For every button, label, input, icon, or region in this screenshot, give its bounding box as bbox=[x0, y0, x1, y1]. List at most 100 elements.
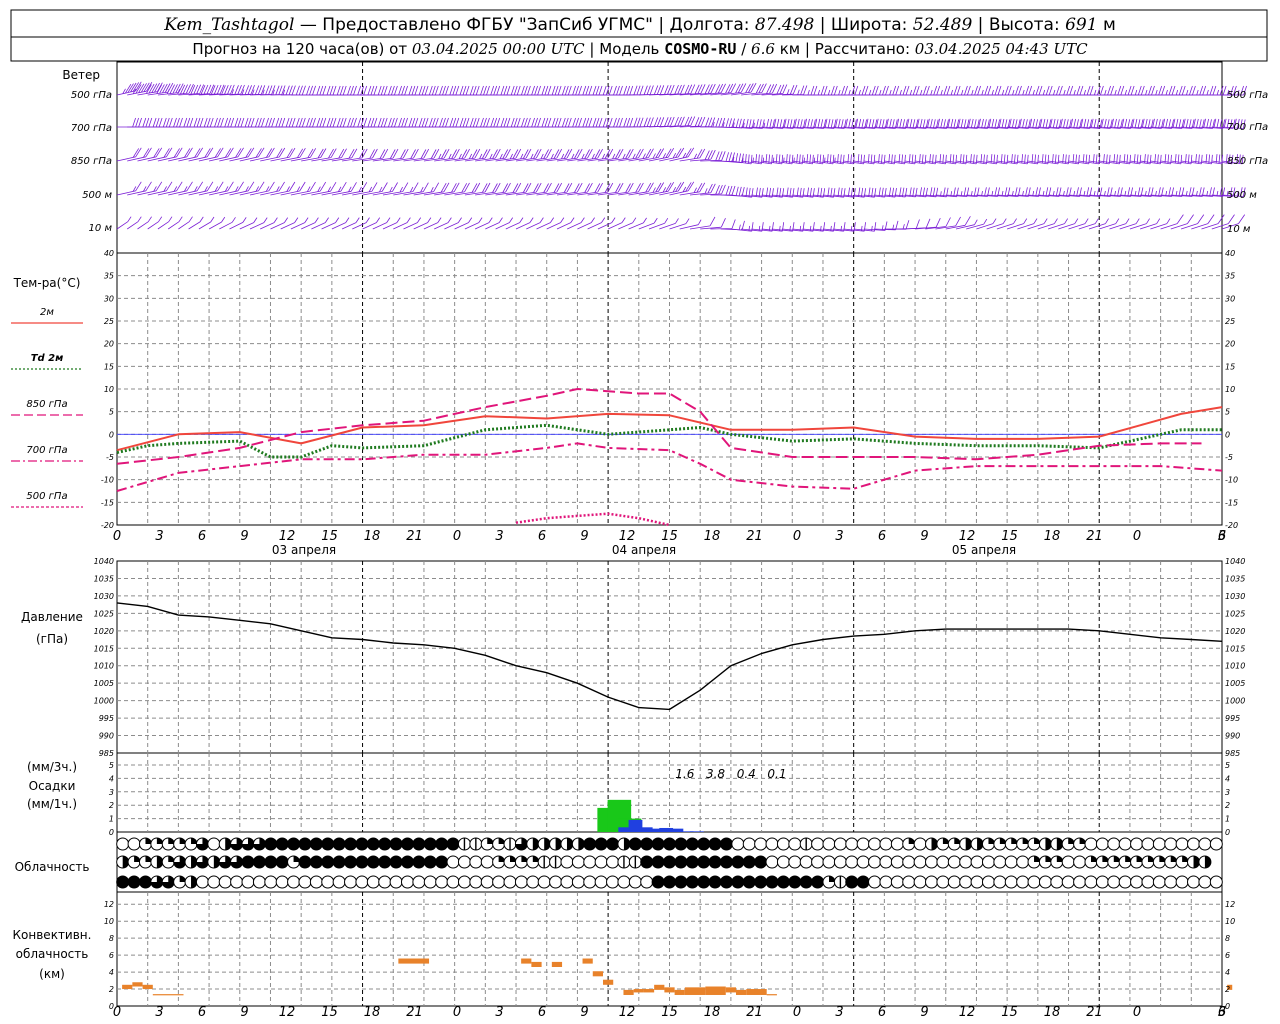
y-tick-label: 1 bbox=[109, 815, 114, 824]
y-tick-label: -20 bbox=[1225, 521, 1238, 530]
y-tick-label: 1020 bbox=[94, 627, 114, 636]
x-tick-label: 6 bbox=[878, 1005, 886, 1020]
cloud-cover-symbol bbox=[446, 875, 460, 889]
cloud-cover-symbol bbox=[754, 855, 768, 869]
cloud-cover-symbol bbox=[890, 837, 904, 851]
cloud-cover-symbol bbox=[651, 837, 665, 851]
cloud-cover-symbol bbox=[480, 875, 494, 889]
day-label-3: 05 апреля bbox=[952, 543, 1016, 557]
cloud-cover-symbol bbox=[1141, 875, 1155, 889]
wind-level-right-label: 500 м bbox=[1227, 190, 1257, 201]
x-tick-label: 3 bbox=[835, 1005, 843, 1020]
day-label-1: 03 апреля bbox=[272, 543, 336, 557]
cloud-cover-symbol bbox=[1038, 875, 1052, 889]
y-tick-label: 1005 bbox=[94, 679, 114, 688]
cloud-cover-symbol bbox=[1004, 855, 1018, 869]
wind-barb bbox=[1109, 218, 1130, 230]
y-tick-label: 2 bbox=[109, 801, 114, 810]
y-tick-label: 1025 bbox=[1225, 609, 1245, 618]
cloud-cover-symbol bbox=[1187, 875, 1201, 889]
cloud-cover-symbol bbox=[252, 855, 266, 869]
cloud-cover-symbol bbox=[776, 855, 790, 869]
cloud-cover-symbol bbox=[1073, 875, 1087, 889]
conv-cloud-bar bbox=[725, 987, 737, 993]
cloud-cover-symbol bbox=[469, 855, 483, 869]
cloud-cover-symbol bbox=[1164, 837, 1178, 851]
y-tick-label: 35 bbox=[1225, 272, 1235, 281]
cloud-cover-symbol bbox=[640, 837, 654, 851]
wind-level-right-label: 500 гПа bbox=[1227, 90, 1268, 101]
cloud-cover-symbol bbox=[116, 837, 130, 851]
x-tick-label: 0 bbox=[793, 529, 801, 544]
x-tick-label: 21 bbox=[746, 529, 763, 544]
wind-barb bbox=[1099, 218, 1120, 230]
x-tick-label: 12 bbox=[619, 529, 636, 544]
wind-barb bbox=[117, 117, 142, 128]
conv-title-1: Конвективн. bbox=[13, 928, 92, 942]
y-tick-label: 35 bbox=[104, 272, 114, 281]
cloud-cover-symbol bbox=[788, 875, 802, 889]
cloud-cover-symbol bbox=[230, 875, 244, 889]
conv-cloud-bar bbox=[654, 984, 665, 990]
wind-barb bbox=[986, 218, 1007, 230]
cloud-cover-symbol bbox=[799, 875, 813, 889]
wind-level-3: 500 м bbox=[82, 190, 112, 201]
cloud-cover-symbol bbox=[811, 837, 825, 851]
y-tick-label: 0 bbox=[1225, 828, 1230, 837]
cloud-symbols-layer bbox=[116, 837, 1223, 889]
wind-barb bbox=[1119, 218, 1140, 230]
cloud-cover-symbol bbox=[389, 875, 403, 889]
x-tick-label: 0 bbox=[453, 529, 461, 544]
cloud-cover-symbol bbox=[890, 875, 904, 889]
cloud-cover-symbol bbox=[480, 855, 494, 869]
cloud-cover-symbol bbox=[1209, 875, 1223, 889]
cloud-cover-symbol bbox=[469, 875, 483, 889]
lon-value: 87.498 bbox=[755, 15, 815, 35]
cloud-cover-symbol bbox=[856, 855, 870, 869]
wind-level-right-label: 10 м bbox=[1227, 224, 1251, 235]
cloud-cover-symbol bbox=[913, 875, 927, 889]
cloud-cover-symbol bbox=[264, 837, 278, 851]
x-tick-label: 21 bbox=[1086, 1005, 1103, 1020]
x-tick-label: 15 bbox=[1001, 529, 1018, 544]
cloud-cover-symbol bbox=[1061, 875, 1075, 889]
y-tick-label: 20 bbox=[104, 340, 114, 349]
cloud-cover-symbol bbox=[594, 875, 608, 889]
legend-t2m-label: 2м bbox=[40, 307, 54, 318]
cloud-cover-symbol bbox=[742, 875, 756, 889]
y-tick-label: 1035 bbox=[94, 574, 114, 583]
cloud-cover-symbol bbox=[685, 855, 699, 869]
cloud-cover-symbol bbox=[264, 875, 278, 889]
cloud-cover-symbol bbox=[731, 875, 745, 889]
y-tick-label: 20 bbox=[1225, 340, 1235, 349]
x-tick-label: 15 bbox=[661, 529, 678, 544]
cloud-cover-symbol bbox=[583, 837, 597, 851]
x-tick-label: 15 bbox=[661, 1005, 678, 1020]
cloud-cover-symbol bbox=[1107, 875, 1121, 889]
cloud-cover-symbol bbox=[856, 875, 870, 889]
cloud-cover-symbol bbox=[332, 875, 346, 889]
conv-cloud-bar bbox=[398, 958, 430, 964]
alt-unit: м bbox=[1103, 15, 1116, 35]
wind-barbs-layer: 500 гПа 700 гПа 850 гПа 500 м 10 м bbox=[116, 81, 1268, 235]
conv-cloud-bar bbox=[736, 989, 747, 995]
x-tick-label: 18 bbox=[704, 1005, 721, 1020]
conv-cloud-bar bbox=[664, 987, 675, 993]
wind-barb bbox=[1006, 218, 1028, 230]
cloud-cover-symbol bbox=[628, 837, 642, 851]
cloud-cover-symbol bbox=[868, 837, 882, 851]
cloud-cover-symbol bbox=[378, 837, 392, 851]
cloud-cover-symbol bbox=[1118, 875, 1132, 889]
conv-cloud-bar bbox=[633, 989, 644, 993]
lat-label: Широта: bbox=[831, 15, 907, 35]
cloud-cover-symbol bbox=[1016, 875, 1030, 889]
cloud-cover-symbol bbox=[879, 837, 893, 851]
y-tick-label: 2 bbox=[109, 985, 114, 994]
cloud-cover-symbol bbox=[936, 875, 950, 889]
legend-500-label: 500 гПа bbox=[26, 491, 67, 502]
wind-barb bbox=[1027, 218, 1048, 230]
cloud-cover-symbol bbox=[138, 875, 152, 889]
model-name: COSMO-RU bbox=[664, 40, 736, 58]
cloud-cover-symbol bbox=[400, 837, 414, 851]
cloud-cover-symbol bbox=[321, 875, 335, 889]
